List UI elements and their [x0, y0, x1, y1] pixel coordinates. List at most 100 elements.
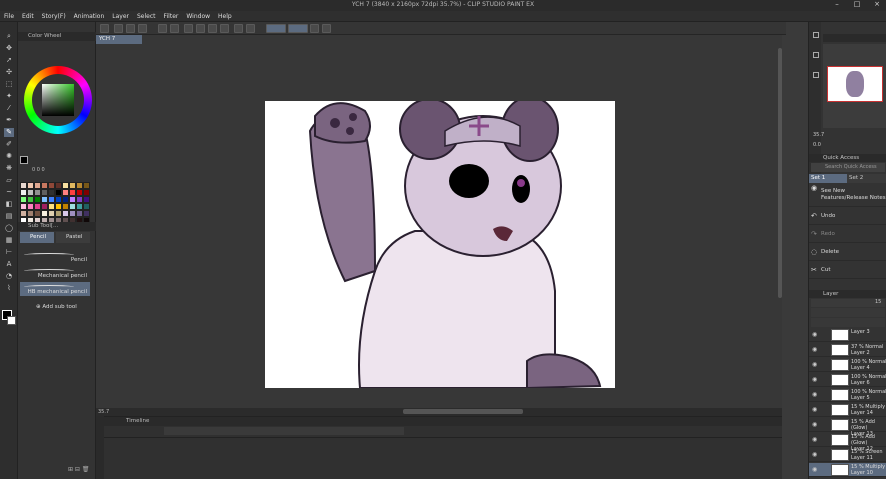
tool-property-tab-icon[interactable]	[813, 72, 819, 78]
auto-select-icon[interactable]: ✦	[4, 92, 14, 101]
text-tool-icon[interactable]: A	[4, 260, 14, 269]
palette-swatch[interactable]	[27, 182, 34, 189]
palette-swatch[interactable]	[41, 182, 48, 189]
pencil-tool-icon[interactable]: ✎	[4, 128, 14, 137]
clip-studio-icon[interactable]	[100, 24, 109, 33]
palette-swatch[interactable]	[48, 189, 55, 196]
color-wheel[interactable]	[24, 66, 92, 134]
menu-help[interactable]: Help	[214, 11, 236, 21]
palette-swatch[interactable]	[76, 196, 83, 203]
palette-swatch[interactable]	[69, 182, 76, 189]
palette-swatch[interactable]	[27, 189, 34, 196]
palette-swatch[interactable]	[55, 182, 62, 189]
subtool-hb-mechanical-pencil[interactable]: HB mechanical pencil	[20, 282, 90, 296]
palette-swatch[interactable]	[69, 210, 76, 217]
redo-icon[interactable]	[170, 24, 179, 33]
eye-icon[interactable]: ◉	[812, 407, 819, 413]
snap-ruler-icon[interactable]	[266, 24, 286, 33]
subtool-footer-icons[interactable]: ⊞ ⊟ 🗑	[68, 466, 96, 474]
layer-opacity[interactable]: 15	[875, 299, 881, 305]
eye-icon[interactable]: ◉	[812, 467, 819, 473]
palette-swatch[interactable]	[62, 189, 69, 196]
palette-swatch[interactable]	[83, 182, 90, 189]
airbrush-tool-icon[interactable]: ✺	[4, 152, 14, 161]
palette-swatch[interactable]	[62, 210, 69, 217]
color-set-palette[interactable]	[20, 182, 90, 224]
correct-line-icon[interactable]: ⌇	[4, 284, 14, 293]
layer-row[interactable]: ◉ 100 % Normal Layer 5	[809, 388, 886, 402]
figure-tool-icon[interactable]: ◯	[4, 224, 14, 233]
document-tab[interactable]: YCH 7	[96, 35, 142, 44]
palette-swatch[interactable]	[83, 210, 90, 217]
layer-row[interactable]: ◉ 15 % Multiply Layer 10	[809, 463, 886, 477]
eraser-tool-icon[interactable]: ▱	[4, 176, 14, 185]
navigator-tab-icon[interactable]	[813, 32, 819, 38]
qa-delete[interactable]: ◌ Delete	[809, 243, 886, 261]
subtool-mechanical-pencil[interactable]: Mechanical pencil	[20, 266, 90, 280]
navigator-panel[interactable]	[823, 44, 886, 128]
menu-story[interactable]: Story(F)	[38, 11, 70, 21]
set-2-tab[interactable]: Set 2	[847, 174, 886, 183]
set-1-tab[interactable]: Set 1	[809, 174, 847, 183]
palette-swatch[interactable]	[41, 189, 48, 196]
clear-icon[interactable]	[184, 24, 193, 33]
navigator-preview[interactable]	[827, 66, 883, 102]
vertical-scrollbar[interactable]	[778, 48, 782, 298]
palette-swatch[interactable]	[62, 203, 69, 210]
sub-view-tab-icon[interactable]	[813, 52, 819, 58]
palette-swatch[interactable]	[41, 203, 48, 210]
qa-new-features[interactable]: ◉ See New Features/Release Notes	[809, 185, 886, 207]
save-icon[interactable]	[138, 24, 147, 33]
layer-row[interactable]: ◉ 100 % Normal Layer 4	[809, 358, 886, 372]
palette-swatch[interactable]	[83, 189, 90, 196]
layer-row[interactable]: ◉ 100 % Normal Layer 6	[809, 373, 886, 387]
palette-swatch[interactable]	[76, 203, 83, 210]
blend-tool-icon[interactable]: ~	[4, 188, 14, 197]
snap-grid-icon[interactable]	[288, 24, 308, 33]
palette-swatch[interactable]	[55, 203, 62, 210]
pen-tool-icon[interactable]: ✒	[4, 116, 14, 125]
layer-toolbar-1[interactable]	[811, 308, 885, 317]
fill-tool-icon[interactable]: ◧	[4, 200, 14, 209]
palette-swatch[interactable]	[48, 182, 55, 189]
palette-swatch[interactable]	[27, 210, 34, 217]
eye-icon[interactable]: ◉	[812, 422, 819, 428]
open-file-icon[interactable]	[126, 24, 135, 33]
transform-icon[interactable]	[196, 24, 205, 33]
decoration-tool-icon[interactable]: ❋	[4, 164, 14, 173]
palette-swatch[interactable]	[76, 210, 83, 217]
palette-swatch[interactable]	[55, 196, 62, 203]
palette-swatch[interactable]	[41, 210, 48, 217]
palette-swatch[interactable]	[62, 196, 69, 203]
menu-animation[interactable]: Animation	[70, 11, 109, 21]
qa-undo[interactable]: ↶ Undo	[809, 207, 886, 225]
layer-toolbar-2[interactable]	[811, 318, 885, 327]
palette-swatch[interactable]	[34, 196, 41, 203]
palette-swatch[interactable]	[20, 189, 27, 196]
deselect-icon[interactable]	[234, 24, 243, 33]
select-all-icon[interactable]	[246, 24, 255, 33]
menu-select[interactable]: Select	[133, 11, 160, 21]
blend-mode-select[interactable]	[811, 299, 885, 307]
frame-tool-icon[interactable]: ▦	[4, 236, 14, 245]
palette-swatch[interactable]	[20, 203, 27, 210]
zoom-tool-icon[interactable]: ⌕	[4, 32, 14, 41]
palette-swatch[interactable]	[83, 196, 90, 203]
sub-color-swatch[interactable]	[7, 316, 16, 325]
eye-icon[interactable]: ◉	[812, 437, 819, 443]
palette-swatch[interactable]	[20, 210, 27, 217]
palette-swatch[interactable]	[27, 203, 34, 210]
eye-icon[interactable]: ◉	[812, 392, 819, 398]
palette-swatch[interactable]	[41, 196, 48, 203]
eye-icon[interactable]: ◉	[812, 377, 819, 383]
ruler-icon[interactable]	[310, 24, 319, 33]
palette-swatch[interactable]	[48, 196, 55, 203]
layer-row[interactable]: ◉ Layer 3	[809, 328, 886, 342]
layer-row[interactable]: ◉ 15 % Multiply Layer 14	[809, 403, 886, 417]
palette-swatch[interactable]	[34, 189, 41, 196]
layer-move-icon[interactable]: ✣	[4, 68, 14, 77]
palette-swatch[interactable]	[83, 203, 90, 210]
eye-icon[interactable]: ◉	[812, 347, 819, 353]
current-color-chip[interactable]	[20, 156, 28, 164]
settings-icon[interactable]	[322, 24, 331, 33]
